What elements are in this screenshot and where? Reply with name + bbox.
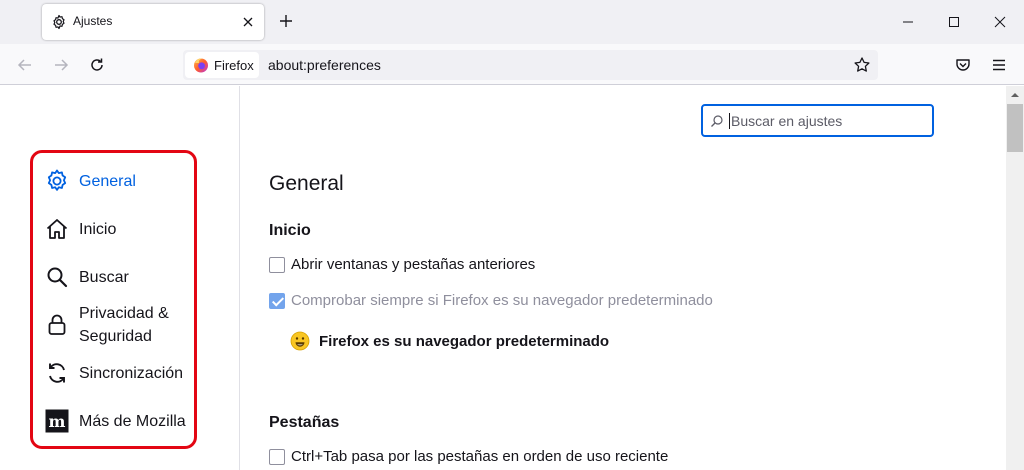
section-heading-inicio: Inicio: [269, 222, 311, 239]
preferences-page: General Inicio Buscar Privacidad & Segur…: [0, 86, 1024, 470]
default-browser-text: Firefox es su navegador predeterminado: [319, 332, 610, 350]
ctrl-tab-label[interactable]: Ctrl+Tab pasa por las pestañas en orden …: [291, 448, 668, 465]
menu-icon[interactable]: [990, 56, 1008, 74]
minimize-icon[interactable]: [900, 14, 916, 30]
maximize-icon[interactable]: [946, 14, 962, 30]
search-input[interactable]: Buscar en ajustes: [701, 104, 934, 137]
identity-label: Firefox: [214, 58, 254, 73]
search-placeholder: Buscar en ajustes: [731, 113, 843, 129]
scroll-up-arrow-icon[interactable]: [1006, 86, 1024, 104]
default-browser-message: Firefox es su navegador predeterminado: [290, 331, 609, 351]
firefox-logo-icon: [194, 58, 208, 73]
sidebar-item-sincronizacion[interactable]: Sincronización: [44, 360, 183, 386]
sync-icon: [49, 363, 65, 383]
url-text[interactable]: about:preferences: [268, 57, 381, 73]
section-heading-pestanas: Pestañas: [269, 414, 340, 431]
sidebar-item-inicio[interactable]: Inicio: [44, 216, 116, 242]
gear-icon: [53, 14, 65, 30]
ctrl-tab-checkbox[interactable]: [269, 448, 285, 465]
reload-icon[interactable]: [88, 56, 106, 74]
close-icon[interactable]: [240, 14, 256, 30]
sidebar-item-label: Inicio: [79, 220, 117, 238]
sidebar-item-label: Privacidad & Seguridad: [79, 305, 169, 345]
sidebar-item-label: General: [79, 172, 136, 190]
sidebar-item-label: Más de Mozilla: [79, 412, 186, 430]
new-tab-icon[interactable]: [277, 12, 295, 30]
home-icon: [46, 219, 68, 239]
back-icon[interactable]: [16, 56, 34, 74]
check-default-checkbox[interactable]: [269, 292, 285, 309]
check-default-label[interactable]: Comprobar siempre si Firefox es su naveg…: [291, 292, 713, 309]
sidebar-item-label: Buscar: [79, 268, 129, 286]
sidebar-item-label: Sincronización: [79, 364, 184, 382]
pocket-icon[interactable]: [954, 56, 972, 74]
forward-icon[interactable]: [52, 56, 70, 74]
categories-sidebar: General Inicio Buscar Privacidad & Segur…: [0, 86, 240, 470]
search-icon: [711, 115, 723, 127]
mozilla-icon: m: [45, 409, 69, 433]
page-title: General: [269, 172, 344, 195]
bookmark-star-icon[interactable]: [853, 56, 871, 74]
sidebar-item-general[interactable]: General: [44, 168, 136, 194]
smiley-icon: [290, 331, 310, 351]
restore-session-checkbox[interactable]: [269, 256, 285, 273]
restore-session-label[interactable]: Abrir ventanas y pestañas anteriores: [291, 256, 535, 273]
tab-strip: Ajustes: [0, 0, 1024, 44]
sidebar-item-privacidad[interactable]: Privacidad & Seguridad: [44, 302, 189, 348]
url-bar[interactable]: Firefox about:preferences: [183, 50, 878, 80]
lock-icon: [48, 314, 66, 335]
ctrl-tab-option[interactable]: Ctrl+Tab pasa por las pestañas en orden …: [269, 448, 668, 465]
identity-box[interactable]: Firefox: [185, 52, 259, 78]
svg-text:m: m: [49, 412, 66, 431]
text-caret: [729, 113, 730, 129]
tab-ajustes[interactable]: Ajustes: [42, 4, 264, 40]
highlight-box: [30, 150, 197, 449]
gear-icon: [47, 169, 67, 191]
close-icon[interactable]: [992, 14, 1008, 30]
scrollbar-thumb[interactable]: [1007, 104, 1023, 152]
check-default-option[interactable]: Comprobar siempre si Firefox es su naveg…: [269, 292, 713, 309]
search-icon: [47, 267, 68, 288]
tab-title: Ajustes: [73, 14, 113, 28]
sidebar-item-mas-de-mozilla[interactable]: m Más de Mozilla: [44, 408, 186, 434]
sidebar-item-buscar[interactable]: Buscar: [44, 264, 129, 290]
page-scrollbar[interactable]: [1006, 86, 1024, 470]
navigation-toolbar: Firefox about:preferences: [0, 44, 1024, 85]
restore-session-option[interactable]: Abrir ventanas y pestañas anteriores: [269, 256, 535, 273]
